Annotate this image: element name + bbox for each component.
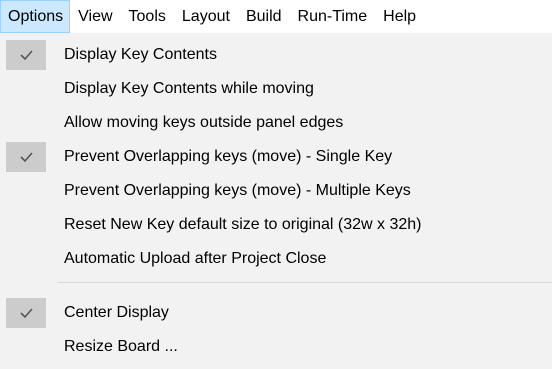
menu-separator: [58, 282, 552, 283]
menu-view[interactable]: View: [70, 0, 120, 33]
menu-item-label: Center Display: [64, 304, 169, 321]
checkmark-icon: [20, 152, 33, 163]
menu-tools[interactable]: Tools: [121, 0, 174, 33]
check-cell: [6, 298, 46, 328]
menu-item-label: Allow moving keys outside panel edges: [64, 114, 344, 131]
menu-item-label: Display Key Contents: [64, 46, 217, 63]
menu-item-label: Display Key Contents while moving: [64, 80, 314, 97]
menu-item-label: Prevent Overlapping keys (move) - Single…: [64, 148, 393, 165]
menu-bar: Options View Tools Layout Build Run-Time…: [0, 0, 552, 34]
menu-item-label: Reset New Key default size to original (…: [64, 216, 422, 233]
options-dropdown-menu: Display Key Contents Display Key Content…: [0, 34, 552, 369]
menu-item-prevent-overlap-single[interactable]: Prevent Overlapping keys (move) - Single…: [0, 140, 552, 174]
menu-item-label: Prevent Overlapping keys (move) - Multip…: [64, 182, 411, 199]
menu-item-prevent-overlap-multiple[interactable]: Prevent Overlapping keys (move) - Multip…: [0, 174, 552, 208]
checkmark-icon: [20, 50, 33, 61]
menu-item-display-key-contents-while-moving[interactable]: Display Key Contents while moving: [0, 72, 552, 106]
menu-item-center-display[interactable]: Center Display: [0, 296, 552, 330]
menu-item-allow-moving-keys-outside[interactable]: Allow moving keys outside panel edges: [0, 106, 552, 140]
menu-item-reset-key-size[interactable]: Reset New Key default size to original (…: [0, 208, 552, 242]
menu-item-display-key-contents[interactable]: Display Key Contents: [0, 38, 552, 72]
menu-item-automatic-upload[interactable]: Automatic Upload after Project Close: [0, 242, 552, 276]
checkmark-icon: [20, 308, 33, 319]
check-cell: [6, 142, 46, 172]
menu-item-label: Automatic Upload after Project Close: [64, 250, 327, 267]
menu-item-resize-board[interactable]: Resize Board ...: [0, 330, 552, 364]
menu-layout[interactable]: Layout: [174, 0, 238, 33]
menu-run-time[interactable]: Run-Time: [290, 0, 376, 33]
menu-build[interactable]: Build: [238, 0, 290, 33]
menu-options[interactable]: Options: [0, 0, 71, 33]
menu-item-label: Resize Board ...: [64, 338, 178, 355]
check-cell: [6, 40, 46, 70]
menu-help[interactable]: Help: [375, 0, 424, 33]
